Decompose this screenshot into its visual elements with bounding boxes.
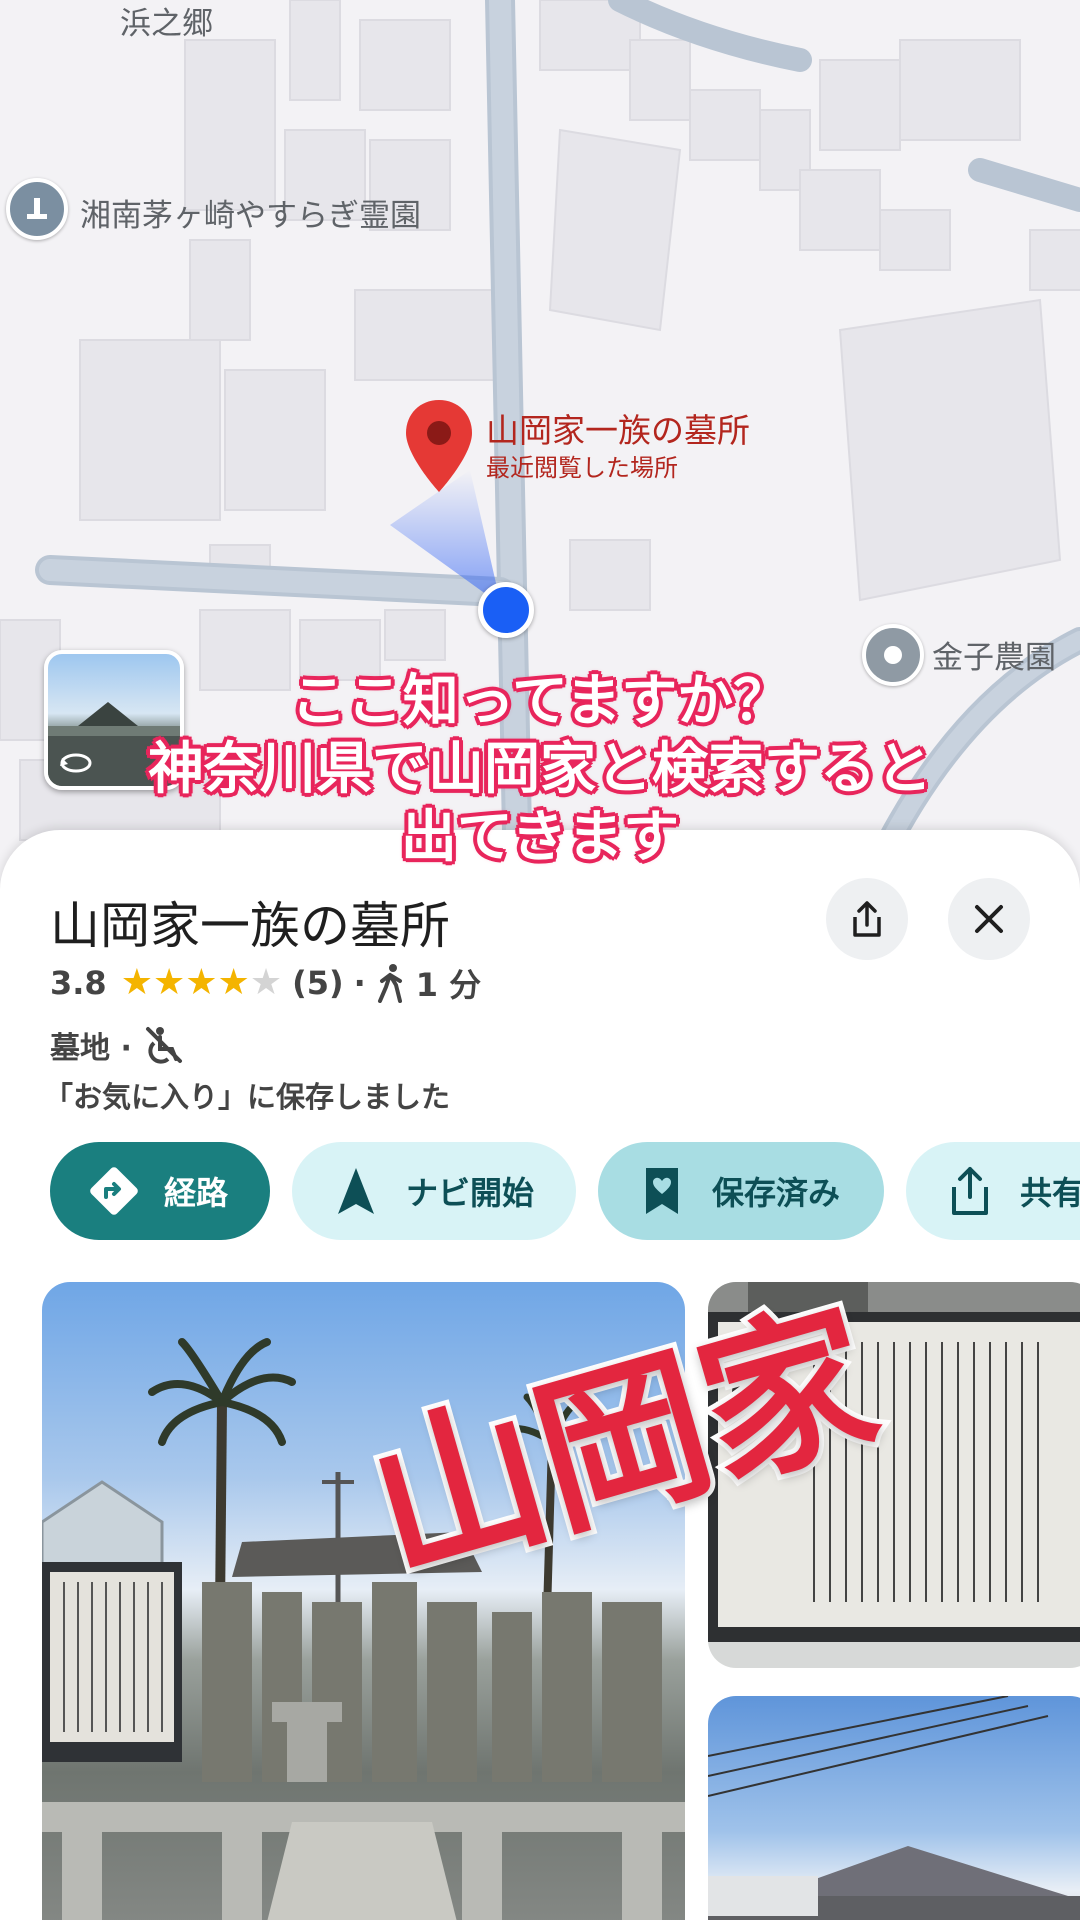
place-photo-temple[interactable] — [708, 1696, 1080, 1920]
area-label: 浜之郷 — [120, 6, 213, 42]
start-navigation-button[interactable]: ナビ開始 — [292, 1142, 576, 1240]
close-icon[interactable] — [948, 878, 1030, 960]
rating-row[interactable]: 3.8 ★ ★ ★ ★ ★ (5) · 1 分 — [50, 958, 481, 1008]
pin-title[interactable]: 山岡家一族の墓所 — [486, 404, 750, 452]
share-icon — [942, 1163, 998, 1219]
separator: · — [353, 964, 366, 1002]
walking-person-icon — [376, 963, 406, 1003]
pin-subtitle: 最近閲覧した場所 — [486, 454, 678, 482]
review-count[interactable]: (5) — [292, 964, 344, 1002]
star-icon: ★ — [185, 962, 218, 1003]
route-label: 経路 — [164, 1174, 229, 1212]
saved-button[interactable]: 保存済み — [598, 1142, 884, 1240]
share-icon[interactable] — [826, 878, 908, 960]
cemetery-pin-icon[interactable] — [6, 178, 68, 240]
cemetery-label[interactable]: 湘南茅ヶ崎やすらぎ霊園 — [80, 190, 421, 235]
walk-time: 1 分 — [415, 966, 482, 1004]
category-row: 墓地 · — [50, 1020, 184, 1070]
saved-note: 「お気に入り」に保存しました — [44, 1080, 451, 1114]
category-label: 墓地 · — [50, 1031, 132, 1066]
directions-icon — [86, 1163, 142, 1219]
star-rating: ★ ★ ★ ★ ★ — [121, 965, 282, 1001]
rating-value: 3.8 — [50, 964, 107, 1002]
star-icon: ★ — [152, 962, 186, 1003]
saved-label: 保存済み — [712, 1174, 841, 1212]
share-label: 共有 — [1020, 1174, 1080, 1212]
red-location-pin-icon[interactable] — [404, 398, 474, 498]
blue-dot-icon — [478, 582, 534, 638]
bookmark-icon — [634, 1163, 690, 1219]
star-icon: ★ — [120, 962, 153, 1003]
star-icon: ★ — [217, 962, 250, 1003]
place-title: 山岡家一族の墓所 — [50, 897, 450, 955]
share-button[interactable]: 共有 — [906, 1142, 1080, 1240]
caption-line-3: 出てきます — [399, 804, 680, 872]
star-icon: ★ — [249, 962, 283, 1003]
route-button[interactable]: 経路 — [50, 1142, 270, 1240]
no-wheelchair-icon — [144, 1025, 184, 1065]
navigation-arrow-icon — [328, 1163, 384, 1219]
navi-label: ナビ開始 — [406, 1174, 535, 1212]
